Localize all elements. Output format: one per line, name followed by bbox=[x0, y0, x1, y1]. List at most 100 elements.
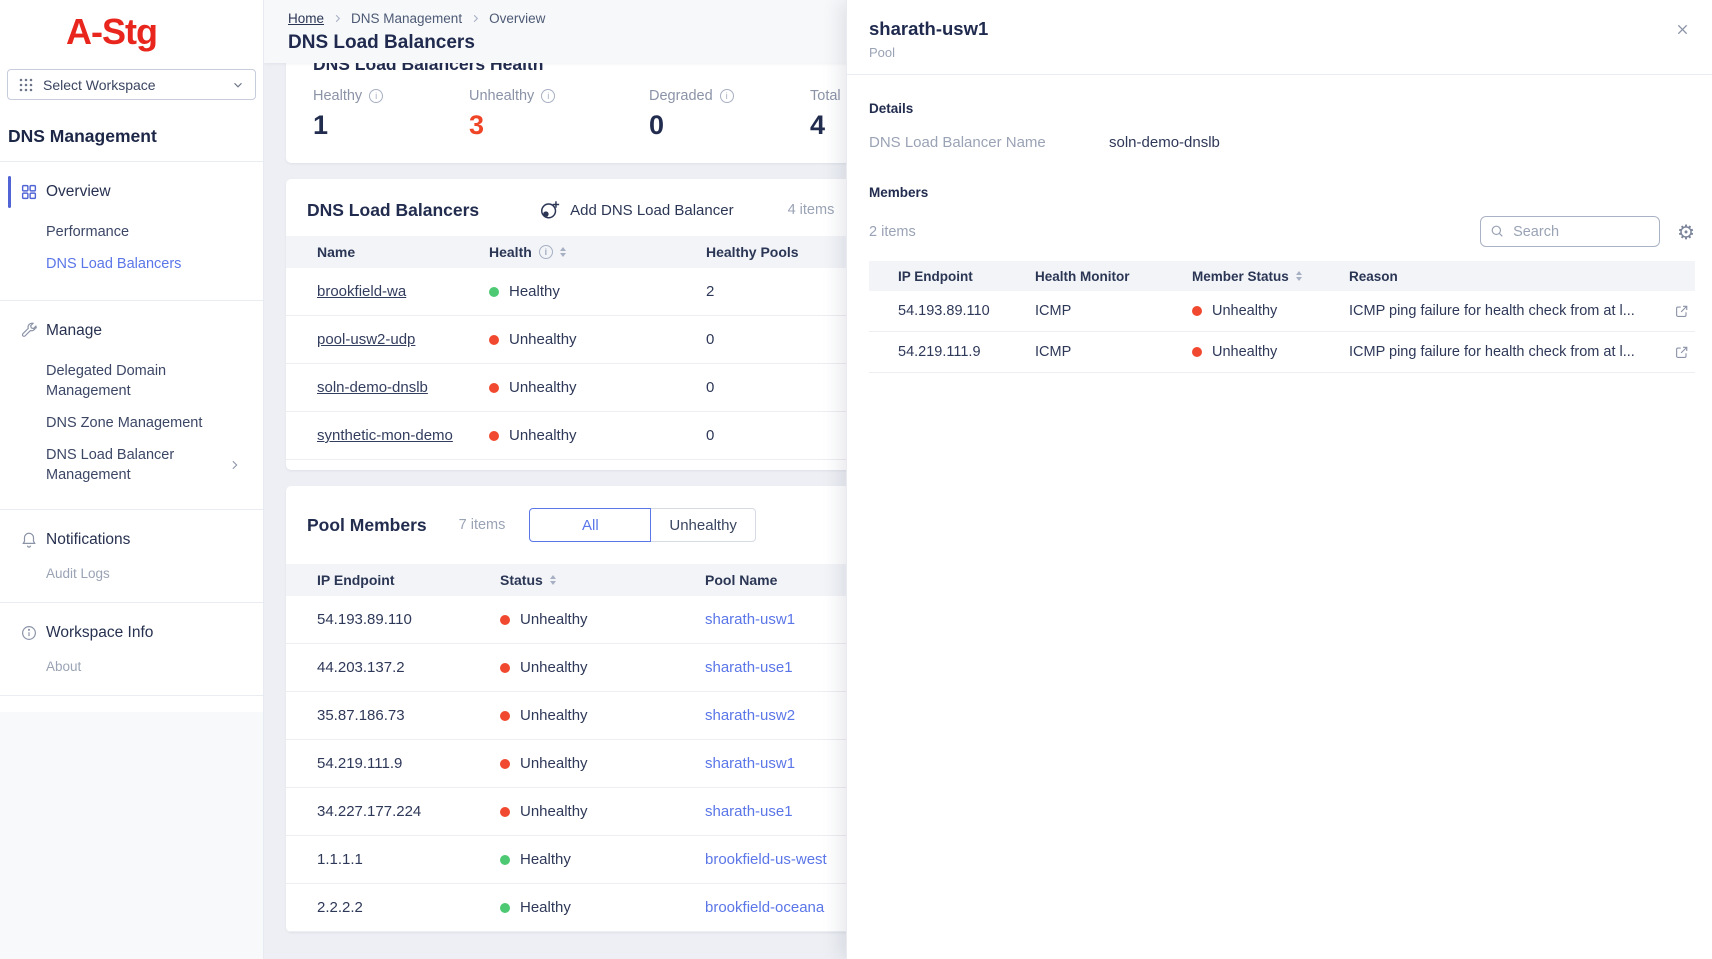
lb-name-link[interactable]: synthetic-mon-demo bbox=[317, 427, 453, 444]
detail-label: DNS Load Balancer Name bbox=[869, 134, 1109, 151]
sidebar-item-dns-load-balancer-management[interactable]: DNS Load Balancer Management bbox=[0, 445, 263, 485]
column-label: Status bbox=[500, 572, 543, 588]
status-dot bbox=[500, 663, 510, 673]
column-healthy-pools[interactable]: Healthy Pools bbox=[706, 244, 866, 260]
search-box bbox=[1480, 216, 1660, 247]
lb-name-link[interactable]: pool-usw2-udp bbox=[317, 331, 415, 348]
pool-name-link[interactable]: brookfield-us-west bbox=[705, 851, 827, 868]
status-label: Unhealthy bbox=[520, 659, 588, 676]
pool-name-link[interactable]: sharath-use1 bbox=[705, 659, 793, 676]
ip-endpoint: 54.193.89.110 bbox=[286, 611, 500, 628]
pool-name-link[interactable]: brookfield-oceana bbox=[705, 899, 824, 916]
lb-items-count: 4 items bbox=[788, 202, 835, 218]
status-dot bbox=[500, 759, 510, 769]
column-health-monitor[interactable]: Health Monitor bbox=[1035, 269, 1192, 284]
stat-value: 4 bbox=[810, 110, 841, 141]
sidebar-item-audit-logs[interactable]: Audit Logs bbox=[0, 564, 263, 584]
pool-members-title: Pool Members bbox=[307, 515, 427, 536]
column-label: Health bbox=[489, 244, 532, 260]
sidebar-item-dns-load-balancers[interactable]: DNS Load Balancers bbox=[0, 254, 263, 274]
stat-label: Unhealthy bbox=[469, 88, 534, 104]
gear-icon[interactable]: ⚙ bbox=[1677, 222, 1695, 242]
status-dot bbox=[500, 711, 510, 721]
sidebar-item-about[interactable]: About bbox=[0, 657, 263, 677]
divider bbox=[0, 602, 263, 603]
info-icon[interactable] bbox=[539, 245, 553, 259]
sort-icon[interactable] bbox=[550, 575, 556, 585]
info-icon[interactable] bbox=[369, 89, 383, 103]
column-health[interactable]: Health bbox=[489, 244, 706, 260]
sort-icon[interactable] bbox=[1296, 271, 1302, 281]
sidebar-item-workspace-info[interactable]: Workspace Info bbox=[0, 615, 263, 651]
table-row: 54.193.89.110 ICMP Unhealthy ICMP ping f… bbox=[869, 291, 1695, 332]
status-label: Unhealthy bbox=[1212, 344, 1277, 360]
column-name[interactable]: Name bbox=[286, 244, 489, 260]
info-icon[interactable] bbox=[720, 89, 734, 103]
pool-name-link[interactable]: sharath-usw1 bbox=[705, 611, 795, 628]
health-label: Unhealthy bbox=[509, 379, 577, 396]
sort-icon[interactable] bbox=[560, 247, 566, 257]
sidebar-item-label: Workspace Info bbox=[46, 624, 153, 642]
lb-name-link[interactable]: brookfield-wa bbox=[317, 283, 406, 300]
close-icon[interactable] bbox=[1675, 22, 1690, 40]
sidebar-item-overview[interactable]: Overview bbox=[0, 174, 263, 210]
pool-name-link[interactable]: sharath-use1 bbox=[705, 803, 793, 820]
column-member-status[interactable]: Member Status bbox=[1192, 269, 1349, 284]
details-heading: Details bbox=[869, 101, 1695, 116]
add-load-balancer-icon bbox=[539, 199, 561, 221]
health-dot bbox=[489, 335, 499, 345]
health-monitor: ICMP bbox=[1035, 344, 1192, 360]
breadcrumb-overview: Overview bbox=[489, 11, 545, 26]
column-ip-endpoint[interactable]: IP Endpoint bbox=[869, 269, 1035, 284]
tab-all[interactable]: All bbox=[529, 508, 651, 542]
breadcrumb-dns-management[interactable]: DNS Management bbox=[351, 11, 462, 26]
wrench-icon bbox=[20, 322, 38, 340]
add-dns-load-balancer-button[interactable]: Add DNS Load Balancer bbox=[539, 199, 733, 221]
search-input[interactable] bbox=[1480, 216, 1660, 247]
panel-header: sharath-usw1 Pool bbox=[847, 0, 1712, 75]
health-label: Unhealthy bbox=[509, 427, 577, 444]
pool-name-link[interactable]: sharath-usw1 bbox=[705, 755, 795, 772]
ip-endpoint: 34.227.177.224 bbox=[286, 803, 500, 820]
column-ip-endpoint[interactable]: IP Endpoint bbox=[286, 572, 500, 588]
status-label: Unhealthy bbox=[1212, 303, 1277, 319]
chevron-right-icon bbox=[470, 13, 481, 24]
column-label: Member Status bbox=[1192, 269, 1289, 284]
column-reason[interactable]: Reason bbox=[1349, 269, 1695, 284]
grid-dots-icon bbox=[18, 77, 34, 93]
reason-text: ICMP ping failure for health check from … bbox=[1349, 303, 1635, 319]
status-filter-tabs: All Unhealthy bbox=[529, 508, 756, 542]
sidebar-item-delegated-domain-management[interactable]: Delegated Domain Management bbox=[0, 361, 263, 401]
sidebar-nav: Overview Performance DNS Load Balancers … bbox=[0, 162, 263, 696]
status-dot bbox=[500, 903, 510, 913]
healthy-pools-value: 0 bbox=[706, 427, 866, 444]
status-dot bbox=[500, 855, 510, 865]
stat-value: 1 bbox=[313, 110, 469, 141]
app-root: A-Stg Select Workspace DNS Management Ov… bbox=[0, 0, 1712, 959]
lb-name-link[interactable]: soln-demo-dnslb bbox=[317, 379, 428, 396]
sidebar-item-label: DNS Load Balancer Management bbox=[46, 447, 174, 483]
stat-value: 0 bbox=[649, 110, 810, 141]
workspace-selector[interactable]: Select Workspace bbox=[7, 69, 256, 100]
sidebar: A-Stg Select Workspace DNS Management Ov… bbox=[0, 0, 264, 959]
sidebar-item-manage[interactable]: Manage bbox=[0, 313, 263, 349]
column-status[interactable]: Status bbox=[500, 572, 705, 588]
tab-unhealthy[interactable]: Unhealthy bbox=[650, 508, 756, 542]
external-link-icon[interactable] bbox=[1664, 345, 1695, 360]
breadcrumb-home[interactable]: Home bbox=[288, 11, 324, 26]
health-dot bbox=[489, 287, 499, 297]
sidebar-item-dns-zone-management[interactable]: DNS Zone Management bbox=[0, 413, 263, 433]
ip-endpoint: 44.203.137.2 bbox=[286, 659, 500, 676]
status-label: Unhealthy bbox=[520, 611, 588, 628]
sidebar-item-notifications[interactable]: Notifications bbox=[0, 522, 263, 558]
bell-icon bbox=[20, 531, 38, 549]
stat-label: Total bbox=[810, 88, 841, 104]
divider bbox=[0, 509, 263, 510]
healthy-pools-value: 2 bbox=[706, 283, 866, 300]
info-icon[interactable] bbox=[541, 89, 555, 103]
pool-name-link[interactable]: sharath-usw2 bbox=[705, 707, 795, 724]
panel-subtitle: Pool bbox=[869, 45, 1688, 60]
external-link-icon[interactable] bbox=[1664, 304, 1695, 319]
sidebar-item-performance[interactable]: Performance bbox=[0, 222, 263, 242]
lb-card-title: DNS Load Balancers bbox=[307, 200, 479, 221]
